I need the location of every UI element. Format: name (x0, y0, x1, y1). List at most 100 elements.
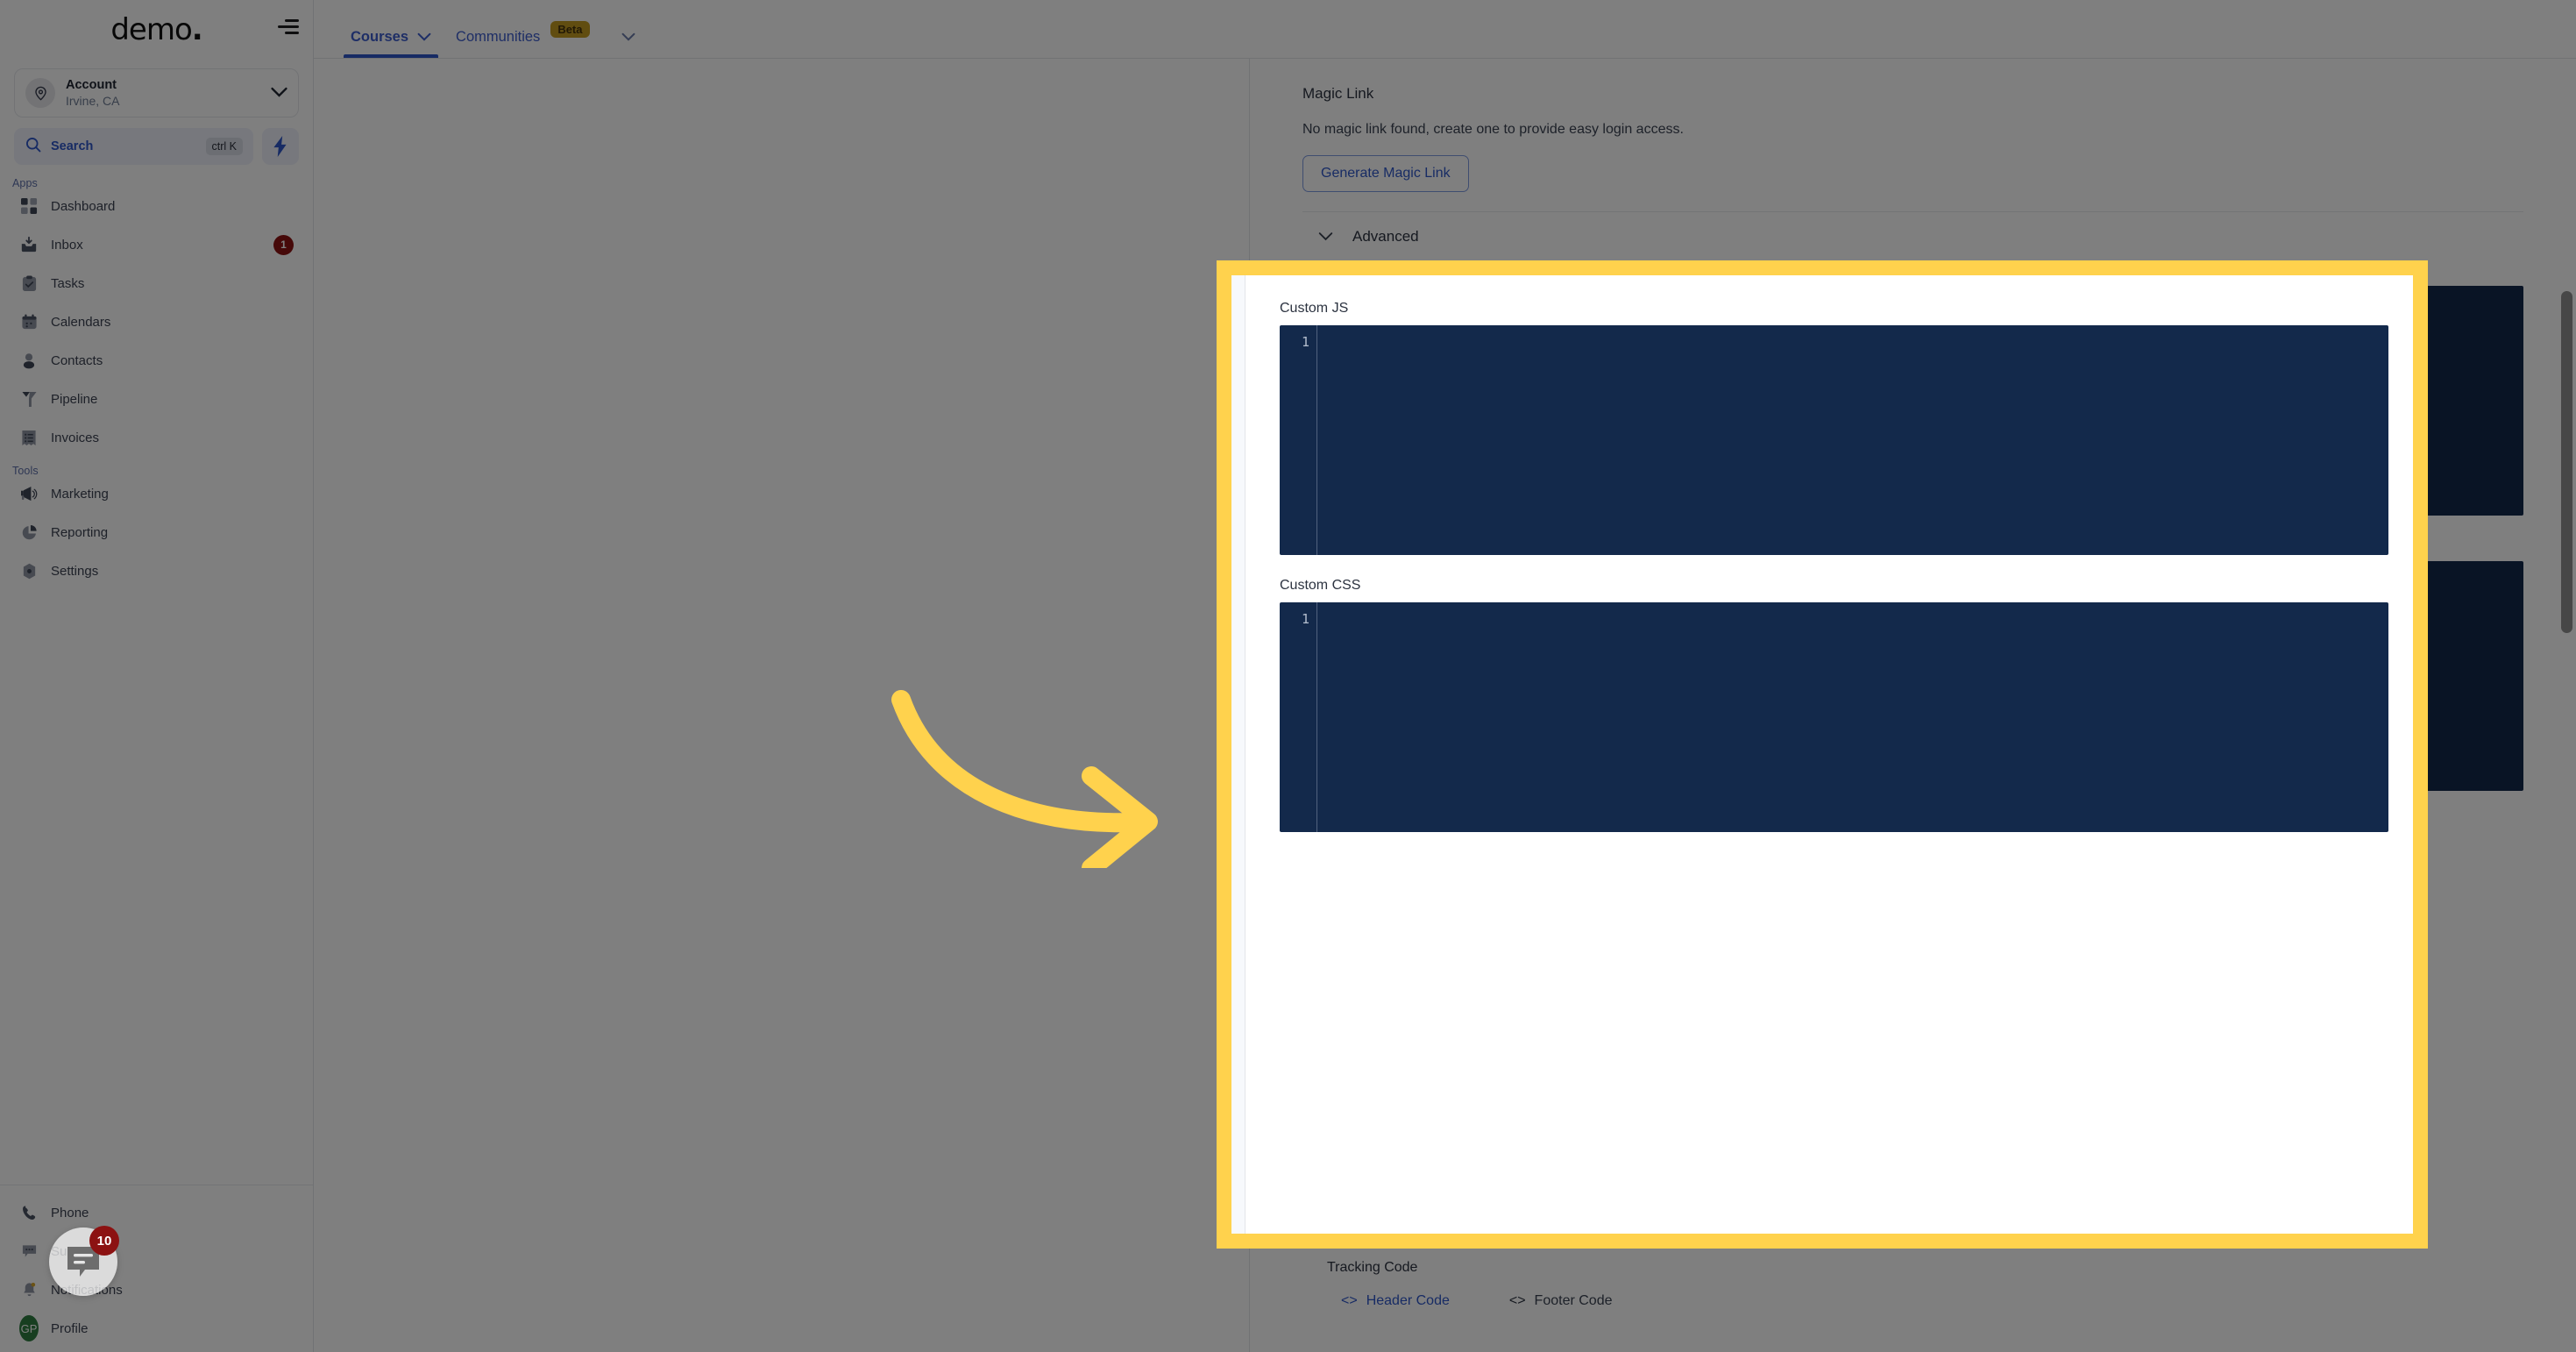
chat-unread-badge: 10 (89, 1226, 119, 1256)
quick-actions-button[interactable] (262, 128, 299, 165)
highlight-fields: Custom JS 1 Custom CSS 1 (1280, 301, 2388, 832)
megaphone-icon (19, 484, 39, 503)
phone-icon (19, 1203, 39, 1222)
sidebar-item-marketing[interactable]: Marketing (9, 479, 304, 509)
app-logo: demo. (110, 12, 202, 47)
scrollbar-track[interactable] (2558, 59, 2576, 1352)
avatar-initials: GP (19, 1315, 39, 1341)
chevron-down-icon (271, 86, 287, 101)
chevron-down-icon (1318, 230, 1333, 245)
sidebar-nav-tools: Marketing Reporting Settings (0, 479, 313, 586)
chevron-down-icon[interactable] (417, 31, 431, 44)
sidebar-item-profile[interactable]: GP Profile (9, 1313, 304, 1343)
top-tabbar: Courses Communities Beta (314, 0, 2576, 59)
magic-link-title: Magic Link (1302, 85, 1374, 102)
sidebar-item-contacts[interactable]: Contacts (9, 345, 304, 375)
scrollbar-thumb[interactable] (2561, 291, 2572, 633)
search-icon (25, 136, 42, 158)
sidebar-section-label-tools: Tools (12, 465, 39, 477)
gear-icon (19, 561, 39, 580)
clipboard-check-icon (19, 274, 39, 293)
chat-dots-icon (19, 1242, 39, 1261)
tab-label: Courses (351, 29, 409, 45)
tracking-code-links: <> Header Code <> Footer Code (1327, 1293, 1612, 1309)
generate-magic-link-button[interactable]: Generate Magic Link (1302, 155, 1469, 192)
account-pin-icon (25, 78, 55, 108)
sidebar: demo. Account Irvine, CA Search ctrl K A… (0, 0, 314, 1352)
left-blank-column (314, 59, 1249, 1352)
tab-label: Communities (456, 29, 541, 45)
tab-communities[interactable]: Communities Beta (444, 21, 647, 58)
tab-courses[interactable]: Courses (338, 29, 444, 58)
sidebar-item-invoices[interactable]: Invoices (9, 423, 304, 452)
pie-chart-icon (19, 523, 39, 542)
sidebar-item-calendars[interactable]: Calendars (9, 307, 304, 337)
account-switcher[interactable]: Account Irvine, CA (14, 68, 299, 117)
sidebar-item-label: Contacts (51, 352, 103, 368)
collapse-icon-bar-3 (285, 32, 299, 34)
person-icon (19, 351, 39, 370)
sidebar-item-label: Inbox (51, 237, 83, 253)
sidebar-nav-apps: Dashboard Inbox 1 Tasks Calendars Contac… (0, 191, 313, 452)
code-brackets-icon: <> (1508, 1293, 1526, 1308)
sidebar-item-notifications[interactable]: Notifications (9, 1275, 304, 1305)
invoice-icon (19, 428, 39, 447)
header-code-label: Header Code (1366, 1293, 1450, 1308)
sidebar-item-label: Calendars (51, 314, 111, 330)
account-name: Account (66, 78, 117, 93)
funnel-icon (19, 389, 39, 409)
code-brackets-icon: <> (1341, 1293, 1358, 1308)
sidebar-item-reporting[interactable]: Reporting (9, 517, 304, 547)
sidebar-item-label: Reporting (51, 524, 109, 540)
custom-css-code-area[interactable] (1317, 602, 2388, 832)
inbox-badge: 1 (273, 234, 294, 255)
sidebar-item-phone[interactable]: Phone (9, 1198, 304, 1227)
sidebar-item-label: Invoices (51, 430, 100, 445)
sidebar-item-label: Phone (51, 1205, 89, 1220)
sidebar-section-label-apps: Apps (12, 177, 38, 189)
header-code-link[interactable]: <> Header Code (1341, 1293, 1450, 1309)
footer-code-link[interactable]: <> Footer Code (1509, 1293, 1613, 1309)
tracking-code-title: Tracking Code (1327, 1260, 1418, 1275)
chat-widget-button[interactable]: 10 (49, 1226, 119, 1296)
sidebar-bottom: Phone Support Notifications (0, 1185, 313, 1352)
sidebar-item-tasks[interactable]: Tasks (9, 268, 304, 298)
brand-row: demo. (0, 0, 313, 60)
sidebar-collapse-icon[interactable] (278, 16, 301, 39)
sidebar-item-dashboard[interactable]: Dashboard (9, 191, 304, 221)
custom-js-editor[interactable]: 1 (1280, 325, 2388, 555)
collapse-icon-bar-2 (278, 25, 299, 28)
search-placeholder: Search (51, 139, 94, 153)
sidebar-item-pipeline[interactable]: Pipeline (9, 384, 304, 414)
custom-js-code-area[interactable] (1317, 325, 2388, 555)
search-shortcut: ctrl K (205, 138, 243, 155)
beta-badge: Beta (550, 21, 590, 38)
advanced-accordion-header[interactable]: Advanced (1302, 212, 2523, 261)
sidebar-item-label: Profile (51, 1320, 89, 1336)
sidebar-item-label: Dashboard (51, 198, 116, 214)
sidebar-item-settings[interactable]: Settings (9, 556, 304, 586)
sidebar-item-inbox[interactable]: Inbox 1 (9, 230, 304, 260)
custom-css-editor[interactable]: 1 (1280, 602, 2388, 832)
collapse-icon-bar-1 (285, 19, 299, 22)
sidebar-item-label: Tasks (51, 275, 85, 291)
advanced-accordion-label: Advanced (1352, 228, 1419, 245)
bell-icon (19, 1280, 39, 1299)
custom-css-gutter: 1 (1280, 602, 1317, 832)
account-location: Irvine, CA (66, 93, 120, 108)
chevron-down-icon[interactable] (621, 31, 635, 44)
grid-icon (19, 196, 39, 216)
inbox-icon (19, 235, 39, 254)
brand-dot: . (191, 12, 203, 47)
search-input[interactable]: Search ctrl K (14, 128, 253, 165)
